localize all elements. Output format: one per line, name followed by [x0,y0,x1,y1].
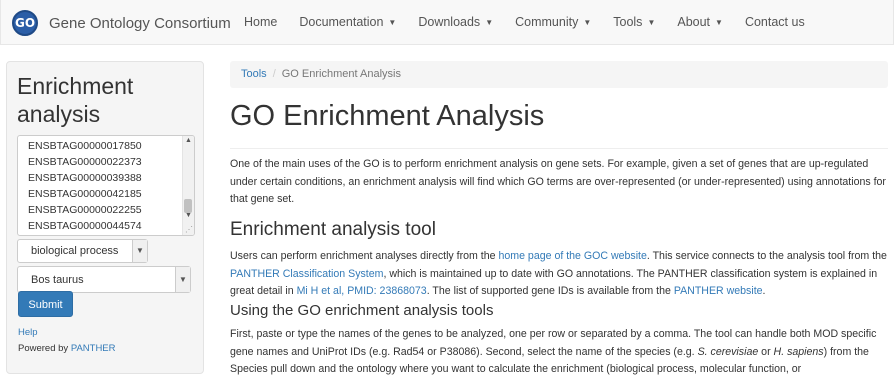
gene-id: ENSBTAG00000022373 [28,156,142,168]
species-select[interactable]: Bos taurus ▼ [17,266,191,293]
help-link[interactable]: Help [18,327,38,338]
caret-down-icon: ▼ [485,18,494,27]
nav-contact[interactable]: Contact us [734,0,816,45]
brand-name: Gene Ontology Consortium [49,14,231,32]
divider [230,148,888,149]
chevron-down-icon: ▼ [175,267,190,292]
nav-about-label: About [677,15,711,29]
ontology-select[interactable]: biological process ▼ [17,239,148,263]
nav-tools[interactable]: Tools ▼ [602,0,666,45]
scroll-down-icon[interactable]: ▼ [184,212,193,219]
page-title: GO Enrichment Analysis [230,100,545,132]
using-paragraph: First, paste or type the names of the ge… [230,326,892,379]
nav-community-label: Community [515,15,579,29]
ontology-select-value: biological process [31,245,119,257]
text-span: . This service connects to the analysis … [646,250,887,262]
enrichment-sidebar: Enrichment analysis ENSBTAG00000017850 E… [6,61,204,374]
brand-link[interactable]: GO Gene Ontology Consortium [12,9,231,37]
caret-down-icon: ▼ [647,18,656,27]
nav-menu: Home Documentation ▼ Downloads ▼ Community… [233,0,816,45]
nav-documentation[interactable]: Documentation ▼ [288,0,407,45]
nav-documentation-label: Documentation [299,15,384,29]
gene-id: ENSBTAG00000022255 [28,204,142,216]
species-example: S. cerevisiae [697,345,759,358]
breadcrumb-tools-link[interactable]: Tools [241,68,267,80]
breadcrumb-current: GO Enrichment Analysis [281,68,401,80]
tool-heading: Enrichment analysis tool [230,219,436,240]
textarea-scrollbar[interactable]: ▲ ▼ [182,136,194,235]
goc-home-link[interactable]: home page of the GOC website [498,250,646,262]
scroll-thumb[interactable] [184,199,192,213]
powered-by-prefix: Powered by [18,343,71,354]
chevron-down-icon: ▼ [132,240,147,262]
go-logo-icon: GO [12,10,38,36]
nav-about[interactable]: About ▼ [666,0,734,45]
text-span: . The list of supported gene IDs is avai… [426,285,674,297]
caret-down-icon: ▼ [715,18,723,27]
intro-paragraph: One of the main uses of the GO is to per… [230,158,886,205]
caret-down-icon: ▼ [583,18,592,27]
nav-home[interactable]: Home [233,0,288,45]
nav-home-label: Home [244,15,278,29]
species-example: H. sapiens [773,345,824,358]
nav-downloads[interactable]: Downloads ▼ [407,0,504,45]
nav-downloads-label: Downloads [418,15,481,29]
nav-contact-label: Contact us [744,15,805,29]
panther-link[interactable]: PANTHER [71,343,116,354]
breadcrumb-separator: / [272,68,276,80]
text-span: . [762,285,766,297]
gene-id: ENSBTAG00000039388 [28,172,142,184]
panther-classification-link[interactable]: PANTHER Classification System [230,268,383,280]
top-navbar: GO Gene Ontology Consortium Home Documen… [0,0,894,45]
scroll-up-icon[interactable]: ▲ [184,137,193,144]
sidebar-title: Enrichment analysis [17,73,134,127]
powered-by-text: Powered by PANTHER [18,343,116,354]
gene-id: ENSBTAG00000042185 [28,188,142,200]
tool-paragraph: Users can perform enrichment analyses di… [230,248,892,301]
nav-community[interactable]: Community ▼ [504,0,602,45]
submit-button[interactable]: Submit [18,291,73,317]
gene-id: ENSBTAG00000044574 [28,220,142,232]
breadcrumb: Tools / GO Enrichment Analysis [230,61,888,88]
pmid-link[interactable]: Mi H et al, PMID: 23868073 [297,285,427,297]
using-heading: Using the GO enrichment analysis tools [230,302,494,319]
text-span: or [758,345,774,358]
gene-id: ENSBTAG00000017850 [28,140,142,152]
text-span: Users can perform enrichment analyses di… [230,250,499,262]
resize-grip-icon[interactable]: ⋰ [185,225,193,234]
caret-down-icon: ▼ [388,18,397,27]
panther-website-link[interactable]: PANTHER website [674,285,763,297]
nav-tools-label: Tools [613,15,643,29]
gene-list-textarea[interactable]: ENSBTAG00000017850 ENSBTAG00000022373 EN… [17,135,195,236]
species-select-value: Bos taurus [31,274,84,286]
